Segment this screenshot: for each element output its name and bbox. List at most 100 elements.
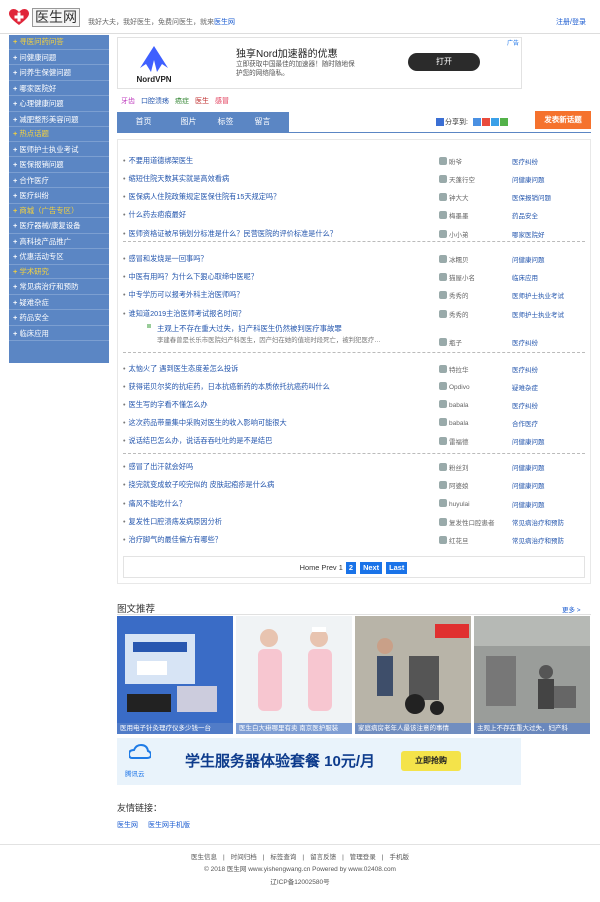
share-weibo-icon[interactable] [481,118,490,127]
new-topic-button[interactable]: 发表新话题 [535,111,591,129]
topic-title[interactable]: 说话结巴怎么办，说话吞吞吐吐的是不是结巴 [123,436,273,446]
tag-link[interactable]: 癌症 [175,98,189,105]
icp-number[interactable]: 辽ICP备12002580号 [0,876,600,886]
topic-title[interactable]: 挠完就变成蚊子咬完似的 皮肤起疱疹是什么病 [123,480,275,490]
topic-category[interactable]: 医疗纠纷 [512,156,538,166]
topic-category[interactable]: 合作医疗 [512,418,538,428]
sidebar-item[interactable]: + 高科技产品推广 [9,234,109,249]
topic-user[interactable]: 雷福德 [439,436,469,446]
topic-user[interactable]: 特拉华 [439,364,469,374]
topic-category[interactable]: 问健康问题 [512,499,545,509]
bottom-advertisement[interactable]: 腾讯云 学生服务器体验套餐 10元/月 立即抢购 [117,738,521,785]
sidebar-item[interactable]: + 常见病治疗和预防 [9,279,109,295]
page-next[interactable]: Next [360,562,383,574]
topic-category[interactable]: 医师护士执业考试 [512,290,564,300]
topic-title[interactable]: 缩短住院天数其实就是高效看病 [123,174,230,184]
ad-open-button[interactable]: 打开 [408,53,480,71]
topic-user[interactable]: huyulai [439,499,470,508]
topic-category[interactable]: 常见病治疗和预防 [512,517,564,527]
topic-user[interactable]: 猫屋小名 [439,272,475,282]
sidebar-item[interactable]: + 优惠活动专区 [9,249,109,265]
page-prev[interactable]: Prev [321,563,336,572]
topic-title[interactable]: 中专学历可以报考外科主治医师吗？ [123,290,244,300]
topic-category[interactable]: 药品安全 [512,210,538,220]
topic-user[interactable]: 钟大大 [439,192,469,202]
topic-category[interactable]: 常见病治疗和预防 [512,535,564,545]
sidebar-section-header[interactable]: + 学术研究 [9,265,109,279]
tab-tags[interactable]: 标签 [207,112,244,132]
topic-user[interactable]: 天蓬行空 [439,174,475,184]
topic-title[interactable]: 不要用道德绑架医生 [123,156,194,166]
page-2[interactable]: 2 [345,562,356,574]
topic-category[interactable]: 疑难杂症 [512,382,538,392]
footer-nav-link[interactable]: 标签查询 [270,854,296,861]
featured-category[interactable]: 医疗纠纷 [512,337,538,347]
footer-nav-link[interactable]: 手机版 [390,854,410,861]
topic-category[interactable]: 医疗纠纷 [512,364,538,374]
topic-title[interactable]: 医师资格证被吊销划分标准是什么？民营医院的评价标准是什么？ [123,229,337,239]
page-home[interactable]: Home [300,563,320,572]
more-link[interactable]: 更多 > [562,604,581,614]
image-card[interactable]: 主观上不存在重大过失，妇产科 [474,616,590,734]
sidebar-item[interactable]: + 减肥整形美容问题 [9,112,109,127]
topic-title[interactable]: 医保病人住院政策规定医保住院有15天规定吗？ [123,192,281,202]
tag-link[interactable]: 感冒 [215,98,229,105]
topic-user[interactable]: 粉丝刘 [439,462,469,472]
topic-title[interactable]: 太恼火了 遇到医生态度差怎么投诉 [123,364,239,374]
sidebar-item[interactable]: + 医疗纠纷 [9,188,109,204]
sidebar-section-header[interactable]: + 热点话题 [9,127,109,142]
topic-user[interactable]: 小小弟 [439,229,469,239]
login-register-link[interactable]: 注册/登录 [556,17,586,27]
sidebar-item[interactable]: + 疑难杂症 [9,295,109,310]
topic-title[interactable]: 感冒和发烧是一回事吗？ [123,254,208,264]
topic-title[interactable]: 什么药去疤痕最好 [123,210,187,220]
sidebar-section-header[interactable]: + 商城（广告专区） [9,204,109,218]
share-renren-icon[interactable] [499,118,508,127]
sidebar-item[interactable]: + 临床应用 [9,326,109,341]
sidebar-item[interactable]: + 药品安全 [9,310,109,326]
topic-title[interactable]: 感冒了出汗就会好吗 [123,462,194,472]
sidebar-item[interactable]: + 问养生保健问题 [9,65,109,81]
page-last[interactable]: Last [386,562,408,574]
tag-link[interactable]: 口腔溃疡 [141,98,169,105]
topic-user[interactable]: 秀秀的 [439,309,469,319]
topic-category[interactable]: 问健康问题 [512,436,545,446]
topic-title[interactable]: 治疗脚气的最佳偏方有哪些？ [123,535,222,545]
topic-title[interactable]: 获得诺贝尔奖的抗疟药，日本抗癌新药的本质依托抗癌药叫什么 [123,382,330,392]
topic-category[interactable]: 问健康问题 [512,462,545,472]
topic-user[interactable]: 冰糯贝 [439,254,469,264]
topic-user[interactable]: 梅墨墨 [439,210,469,220]
share-tencent-icon[interactable] [490,118,499,127]
topic-user[interactable]: 红花旦 [439,535,469,545]
tag-link[interactable]: 牙齿 [121,98,135,105]
heart-logo-icon[interactable] [9,9,29,26]
topic-category[interactable]: 问健康问题 [512,174,545,184]
sidebar-item[interactable]: + 问健康问题 [9,50,109,65]
tab-home[interactable]: 首页 [117,112,170,132]
topic-category[interactable]: 问健康问题 [512,480,545,490]
topic-title[interactable]: 谁知道2019主治医师考试报名时间？ [123,309,246,319]
topic-category[interactable]: 医疗纠纷 [512,400,538,410]
topic-category[interactable]: 哪家医院好 [512,229,545,239]
topic-user[interactable]: 复发性口腔患者 [439,517,495,527]
topic-category[interactable]: 医师护士执业考试 [512,309,564,319]
footer-nav-link[interactable]: 医生信息 [191,854,217,861]
tab-messages[interactable]: 留言 [244,112,281,132]
image-card[interactable]: 医生白大褂哪里有卖 南京医护服装 [236,616,352,734]
friend-link[interactable]: 医生网手机版 [148,822,190,829]
sidebar-item[interactable]: + 合作医疗 [9,173,109,188]
sidebar-item[interactable]: + 医师护士执业考试 [9,142,109,157]
share-plus-icon[interactable] [436,118,444,127]
sidebar-item[interactable]: + 医疗器械/康复设备 [9,218,109,234]
topic-title[interactable]: 痛风不能吃什么？ [123,499,187,509]
topic-user[interactable]: babala [439,400,469,409]
image-card[interactable]: 家庭病房老年人最该注意的事情 [355,616,471,734]
tag-link[interactable]: 医生 [195,98,209,105]
footer-nav-link[interactable]: 留言反馈 [310,854,336,861]
image-card[interactable]: 医用电子针灸理疗仪多少钱一台 [117,616,233,734]
topic-user[interactable]: 盼爷 [439,156,462,166]
topic-title[interactable]: 这次药品带量集中采购对医生的收入影响可能很大 [123,418,287,428]
topic-user[interactable]: Opdivo [439,382,470,391]
topic-user[interactable]: babala [439,418,469,427]
top-advertisement[interactable]: NordVPN 独享Nord加速器的优惠 立即获取中国最佳的加速器！随时随地保护… [117,37,522,89]
